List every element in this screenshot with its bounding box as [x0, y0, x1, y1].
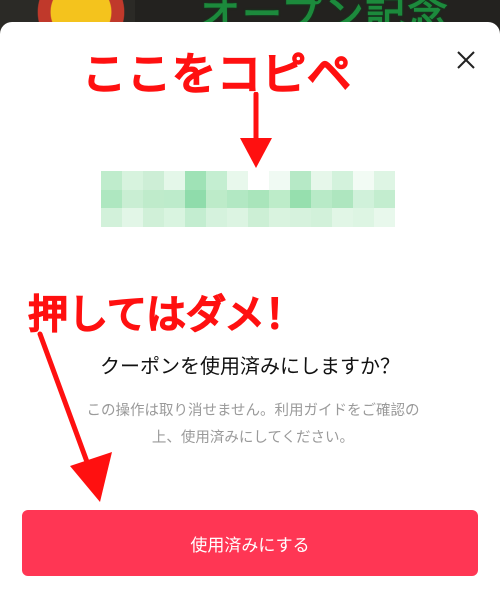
mark-as-used-button[interactable]: 使用済みにする [22, 510, 478, 576]
annotation-copy-here: ここをコピペ [82, 49, 352, 101]
dialog-note: この操作は取り消せません。利用ガイドをご確認の 上、使用済みにしてください。 [28, 398, 478, 452]
dialog-note-line-1: この操作は取り消せません。利用ガイドをご確認の [86, 403, 420, 419]
dialog-note-line-2: 上、使用済みにしてください。 [151, 430, 355, 446]
close-icon [457, 51, 475, 69]
dialog-question: クーポンを使用済みにしますか？ [100, 354, 400, 378]
coupon-code-pixelated [101, 171, 395, 227]
close-button[interactable] [452, 46, 480, 74]
annotation-arrow-down-icon [240, 92, 272, 168]
annotation-do-not-press: 押してはダメ！ [28, 292, 306, 339]
